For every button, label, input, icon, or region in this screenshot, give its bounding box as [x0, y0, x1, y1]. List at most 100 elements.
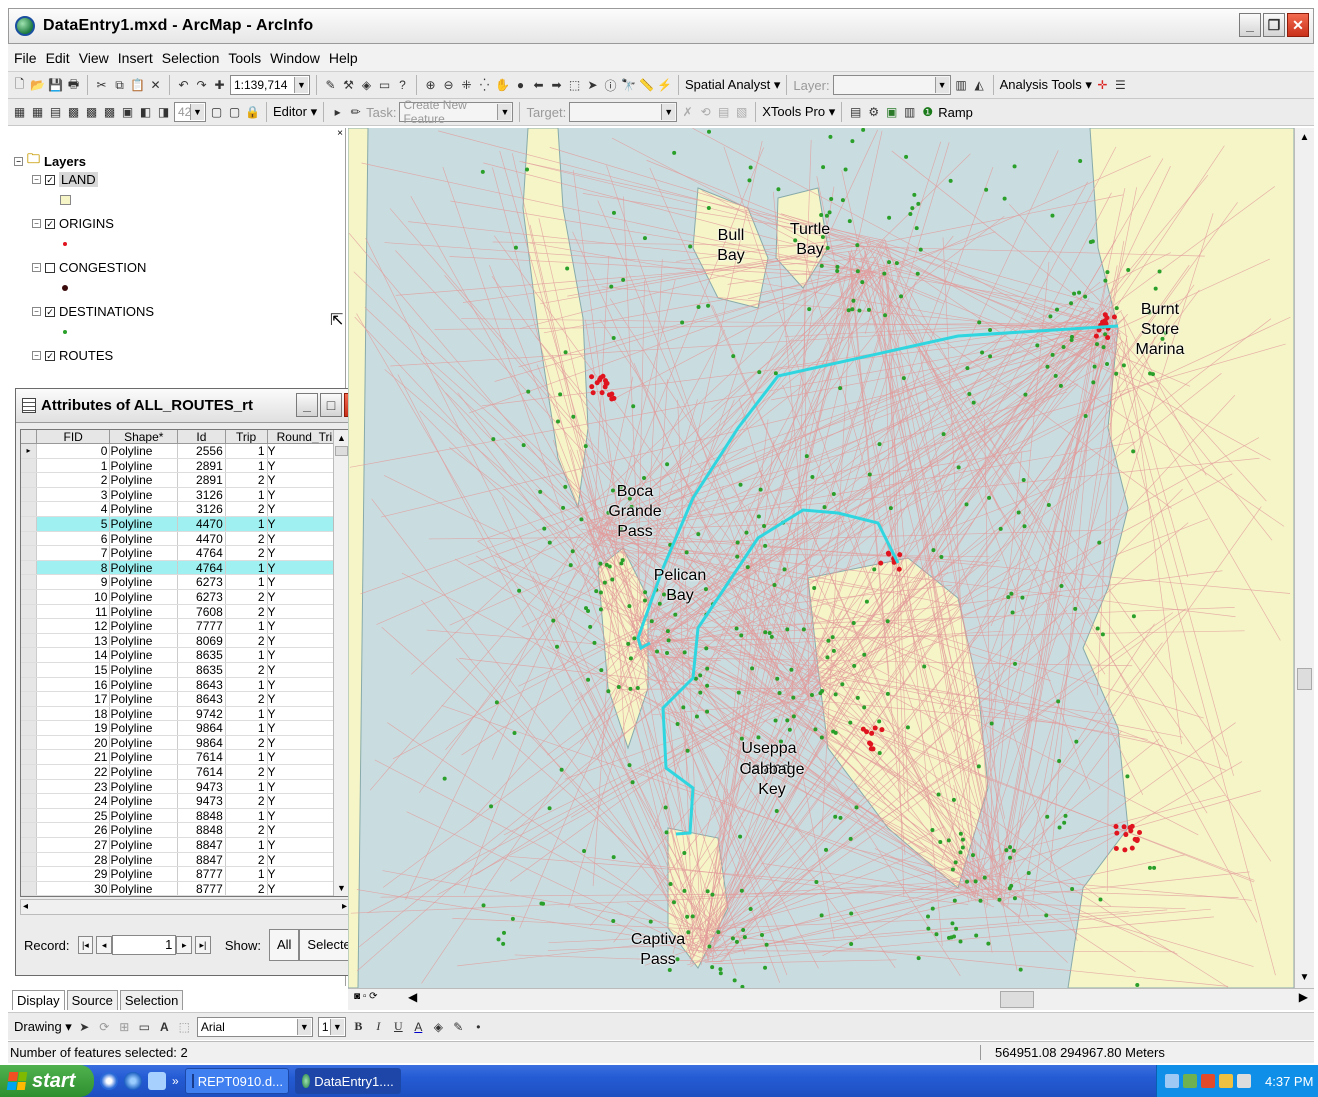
layer-checkbox[interactable]: ✓: [45, 306, 55, 317]
collapse-icon[interactable]: −: [32, 175, 41, 184]
delete-icon[interactable]: ✕: [148, 78, 163, 93]
full-extent-icon[interactable]: ●: [513, 78, 528, 93]
cell-shape[interactable]: Polyline: [110, 867, 179, 881]
bold-button[interactable]: B: [351, 1019, 366, 1034]
row-selector[interactable]: [21, 838, 37, 852]
row-selector[interactable]: [21, 750, 37, 765]
scroll-thumb[interactable]: [1000, 991, 1034, 1008]
select-pointer-icon[interactable]: ➤: [77, 1019, 92, 1034]
table-row[interactable]: 12 Polyline 7777 1 Y: [21, 619, 349, 634]
cell-id[interactable]: 7608: [178, 604, 226, 619]
cell-fid[interactable]: 15: [37, 662, 111, 677]
menu-view[interactable]: View: [79, 50, 109, 66]
cell-shape[interactable]: Polyline: [110, 589, 179, 604]
table-row[interactable]: 30 Polyline 8777 2 Y: [21, 881, 349, 896]
last-record-button[interactable]: ▸|: [195, 936, 211, 954]
maximize-button[interactable]: □: [320, 393, 342, 417]
row-selector[interactable]: [21, 852, 37, 867]
histogram-icon[interactable]: ▥: [954, 78, 969, 93]
cell-fid[interactable]: 31: [37, 896, 111, 897]
cell-id[interactable]: 4470: [178, 531, 226, 546]
cell-shape[interactable]: Polyline: [110, 546, 179, 560]
collapse-icon[interactable]: −: [32, 307, 41, 316]
cell-fid[interactable]: 10: [37, 589, 111, 604]
cell-shape[interactable]: Polyline: [110, 896, 178, 897]
row-selector[interactable]: [21, 692, 37, 706]
grid-icon[interactable]: ▩: [102, 105, 117, 120]
table-row[interactable]: 17 Polyline 8643 2 Y: [21, 692, 349, 707]
cell-id[interactable]: 9864: [178, 735, 226, 750]
task-combo[interactable]: Create New Feature ▼: [399, 98, 514, 126]
layer-checkbox[interactable]: ✓: [45, 174, 55, 185]
column-header-fid[interactable]: FID: [37, 430, 111, 443]
menu-file[interactable]: File: [14, 50, 37, 66]
scroll-right-arrow-icon[interactable]: ▶: [1299, 990, 1308, 1004]
cell-trip[interactable]: 1: [226, 619, 268, 633]
cell-fid[interactable]: 18: [37, 706, 111, 721]
table-row[interactable]: 2 Polyline 2891 2 Y: [21, 473, 349, 488]
cell-id[interactable]: 8847: [178, 852, 226, 867]
layout-icon[interactable]: ▦: [12, 105, 27, 120]
whats-this-icon[interactable]: ?: [395, 78, 410, 93]
sketch-properties-icon[interactable]: ▧: [734, 105, 749, 120]
lock-icon[interactable]: 🔒: [245, 105, 260, 120]
cell-trip[interactable]: 2: [226, 531, 268, 546]
table-row[interactable]: 16 Polyline 8643 1 Y: [21, 677, 349, 693]
row-selector[interactable]: [21, 473, 37, 487]
monitor-icon[interactable]: [1237, 1074, 1251, 1088]
cell-fid[interactable]: 7: [37, 546, 111, 560]
restore-button[interactable]: ❐: [1263, 13, 1285, 37]
cell-shape[interactable]: Polyline: [110, 473, 179, 487]
row-selector[interactable]: [21, 896, 37, 897]
menu-insert[interactable]: Insert: [118, 50, 153, 66]
cell-shape[interactable]: Polyline: [110, 692, 179, 706]
chevron-down-icon[interactable]: ▼: [934, 77, 949, 93]
undo-icon[interactable]: ↶: [176, 78, 191, 93]
cell-shape[interactable]: Polyline: [110, 750, 179, 765]
column-header-shape[interactable]: Shape*: [110, 430, 179, 443]
cell-fid[interactable]: 8: [37, 560, 111, 575]
cell-round-trip[interactable]: Y: [268, 896, 349, 897]
font-size-combo[interactable]: 1 ▼: [317, 1016, 346, 1037]
select-features-icon[interactable]: ⬚: [567, 78, 582, 93]
row-selector[interactable]: [21, 779, 37, 794]
cell-fid[interactable]: 17: [37, 692, 111, 706]
column-header-id[interactable]: Id: [178, 430, 226, 443]
cell-fid[interactable]: 13: [37, 633, 111, 648]
hyperlink-icon[interactable]: ⚡: [657, 78, 672, 93]
arctoolbox-icon[interactable]: ⚒: [341, 78, 356, 93]
close-icon[interactable]: ×: [337, 128, 343, 139]
cell-trip[interactable]: 2: [226, 881, 268, 896]
more-chevron-icon[interactable]: »: [172, 1074, 179, 1088]
chevron-down-icon[interactable]: ▼: [294, 77, 308, 93]
cell-trip[interactable]: 1: [226, 444, 268, 458]
zoom-out-icon[interactable]: ⊖: [441, 78, 456, 93]
cell-shape[interactable]: Polyline: [110, 677, 179, 692]
cell-trip[interactable]: 1: [226, 575, 268, 589]
row-selector[interactable]: [21, 560, 37, 575]
row-selector[interactable]: [21, 589, 37, 604]
cell-id[interactable]: 7614: [178, 750, 226, 765]
row-selector[interactable]: [21, 794, 37, 808]
next-record-button[interactable]: ▸: [176, 936, 193, 954]
map-scale-combo[interactable]: 1:139,714 ▼: [230, 75, 310, 95]
table-row[interactable]: ▸ 0 Polyline 2556 1 Y: [21, 444, 349, 459]
collapse-icon[interactable]: −: [32, 351, 41, 360]
cell-trip[interactable]: 2: [226, 765, 268, 779]
scroll-up-arrow-icon[interactable]: ▲: [1295, 128, 1314, 148]
cell-fid[interactable]: 0: [37, 444, 111, 458]
cell-trip[interactable]: 2: [226, 735, 268, 750]
copy-icon[interactable]: ⧉: [112, 78, 127, 93]
table-row[interactable]: 7 Polyline 4764 2 Y: [21, 546, 349, 561]
cell-fid[interactable]: 23: [37, 779, 111, 794]
font-color-icon[interactable]: A: [411, 1019, 426, 1034]
layer-checkbox[interactable]: [45, 262, 55, 273]
fill-color-icon[interactable]: ◈: [431, 1019, 446, 1034]
cell-fid[interactable]: 14: [37, 648, 111, 662]
tab-display[interactable]: Display: [12, 990, 65, 1010]
show-all-button[interactable]: All: [268, 929, 300, 961]
row-selector[interactable]: [21, 546, 37, 560]
cell-id[interactable]: 8635: [178, 662, 226, 677]
cell-trip[interactable]: 2: [226, 633, 268, 648]
cell-shape[interactable]: Polyline: [110, 648, 179, 662]
